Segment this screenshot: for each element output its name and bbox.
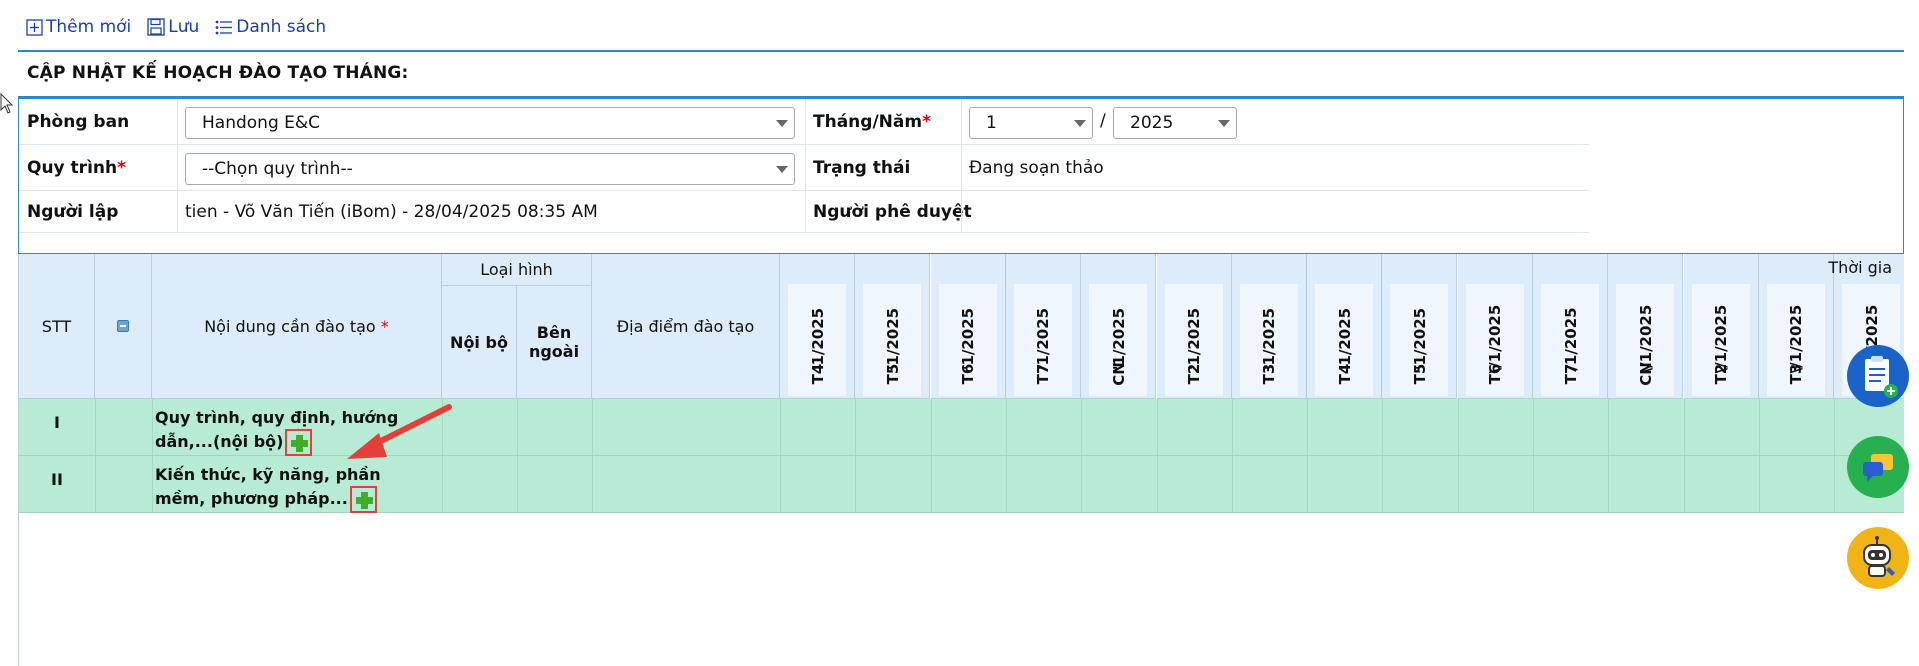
plan-form-panel: Phòng ban Handong E&C Tháng/Năm* 1 / 202… [18,96,1904,254]
training-plan-grid: STT Nội dung cần đào tạo * Loại hình Nội… [18,254,1904,666]
day-weekday: CN [1636,362,1655,386]
time-header: Thời gia [1828,258,1892,277]
row-number: I [54,413,60,432]
day-column-header: '1/2025 CN [1081,254,1157,399]
toolbar-divider [18,50,1904,52]
external-header: Bên ngoài [517,286,592,399]
day-column-header: '1/2025 T5 [1382,254,1458,399]
day-weekday: T3 [1787,363,1806,385]
month-year-label: Tháng/Năm* [813,112,931,132]
day-weekday: T2 [1712,363,1731,385]
day-weekday: T2 [1185,363,1203,385]
process-value: --Chọn quy trình-- [202,159,353,179]
day-column-header: '1/2025 T5 [855,254,931,399]
red-arrow-annotation-icon [347,404,452,459]
add-note-float-button[interactable] [1847,345,1909,407]
chevron-down-icon [1074,120,1086,127]
day-weekday: T4 [808,363,827,385]
approver-label: Người phê duyệt [813,202,972,222]
day-column-header: '1/2025 T3 [1231,254,1307,399]
department-value: Handong E&C [202,113,321,133]
day-weekday: CN [1109,362,1128,386]
table-row: II Kiến thức, kỹ năng, phần mềm, phương p… [19,456,1904,513]
month-year-separator: / [1100,111,1106,131]
creator-value: tien - Võ Văn Tiến (iBom) - 28/04/2025 0… [185,202,598,222]
add-new-button[interactable]: Thêm mới [26,17,131,37]
day-weekday: T4 [1335,363,1354,385]
toolbar: Thêm mới Lưu Danh sách [26,12,326,42]
day-column-header: '1/2025 T7 [1005,254,1081,399]
mouse-cursor-icon [0,93,14,114]
month-value: 1 [986,113,997,133]
process-select[interactable]: --Chọn quy trình-- [185,153,795,185]
page-title: CẬP NHẬT KẾ HOẠCH ĐÀO TẠO THÁNG: [27,63,409,83]
day-weekday: T7 [1561,363,1580,385]
row-number: II [51,470,63,489]
robot-icon [1863,536,1895,577]
row-content: Kiến thức, kỹ năng, phần mềm, phương phá… [155,464,415,513]
day-weekday: T7 [1034,363,1053,385]
day-column-header: '1/2025 T4 [1307,254,1383,399]
minus-square-icon [117,320,129,332]
add-item-plus-icon[interactable] [349,486,377,513]
add-item-plus-icon[interactable] [285,429,313,456]
month-select[interactable]: 1 [969,107,1093,139]
day-column-header: \/1/2025 CN [1608,254,1684,399]
form-row-creator: Người lập tien - Võ Văn Tiến (iBom) - 28… [19,191,1589,233]
year-select[interactable]: 2025 [1113,107,1237,139]
plus-square-icon [26,18,43,36]
save-label: Lưu [168,17,200,37]
process-label: Quy trình* [27,158,126,178]
day-column-header: \/1/2025 T3 [1758,254,1834,399]
day-weekday: T5 [883,363,902,385]
chevron-down-icon [776,166,788,173]
day-column-header: '1/2025 T6 [930,254,1006,399]
list-label: Danh sách [236,17,327,37]
day-weekday: T5 [1410,363,1429,385]
type-header: Loại hình [442,254,592,286]
collapse-all-toggle[interactable] [95,254,152,399]
status-value: Đang soạn thảo [969,158,1104,178]
save-button[interactable]: Lưu [147,17,199,37]
creator-label: Người lập [27,202,119,222]
day-column-header: /1/2025 T7 [1533,254,1608,399]
chat-bubble-icon [1863,454,1893,482]
form-row-department: Phòng ban Handong E&C Tháng/Năm* 1 / 202… [19,99,1589,145]
robot-assistant-float-button[interactable] [1847,527,1909,589]
department-select[interactable]: Handong E&C [185,107,795,139]
list-button[interactable]: Danh sách [215,17,326,37]
add-new-label: Thêm mới [46,17,132,37]
chevron-down-icon [776,120,788,127]
day-column-header: '1/2025 T2 [1156,254,1232,399]
day-weekday: T6 [959,363,978,385]
floppy-disk-icon [147,18,165,36]
content-header: Nội dung cần đào tạo * [152,254,442,399]
list-icon [215,20,233,34]
internal-header: Nội bộ [442,286,517,399]
table-row: I Quy trình, quy định, hướng dẫn,...(nội … [19,399,1904,456]
day-weekday: T3 [1260,363,1279,385]
status-label: Trạng thái [813,158,911,178]
department-label: Phòng ban [27,112,130,132]
chat-float-button[interactable] [1847,436,1909,498]
day-column-header: \/1/2025 T2 [1683,254,1759,399]
chevron-down-icon [1218,120,1230,127]
day-weekday: T6 [1486,363,1505,385]
form-row-process: Quy trình* --Chọn quy trình-- Trạng thái… [19,145,1589,191]
year-value: 2025 [1130,113,1174,133]
stt-header: STT [19,254,95,399]
location-header: Địa điểm đào tạo [592,254,780,399]
day-column-header: '1/2025 T4 [780,254,855,399]
day-column-header: \/1/2025 T6 [1457,254,1533,399]
clipboard-plus-icon [1865,356,1898,398]
